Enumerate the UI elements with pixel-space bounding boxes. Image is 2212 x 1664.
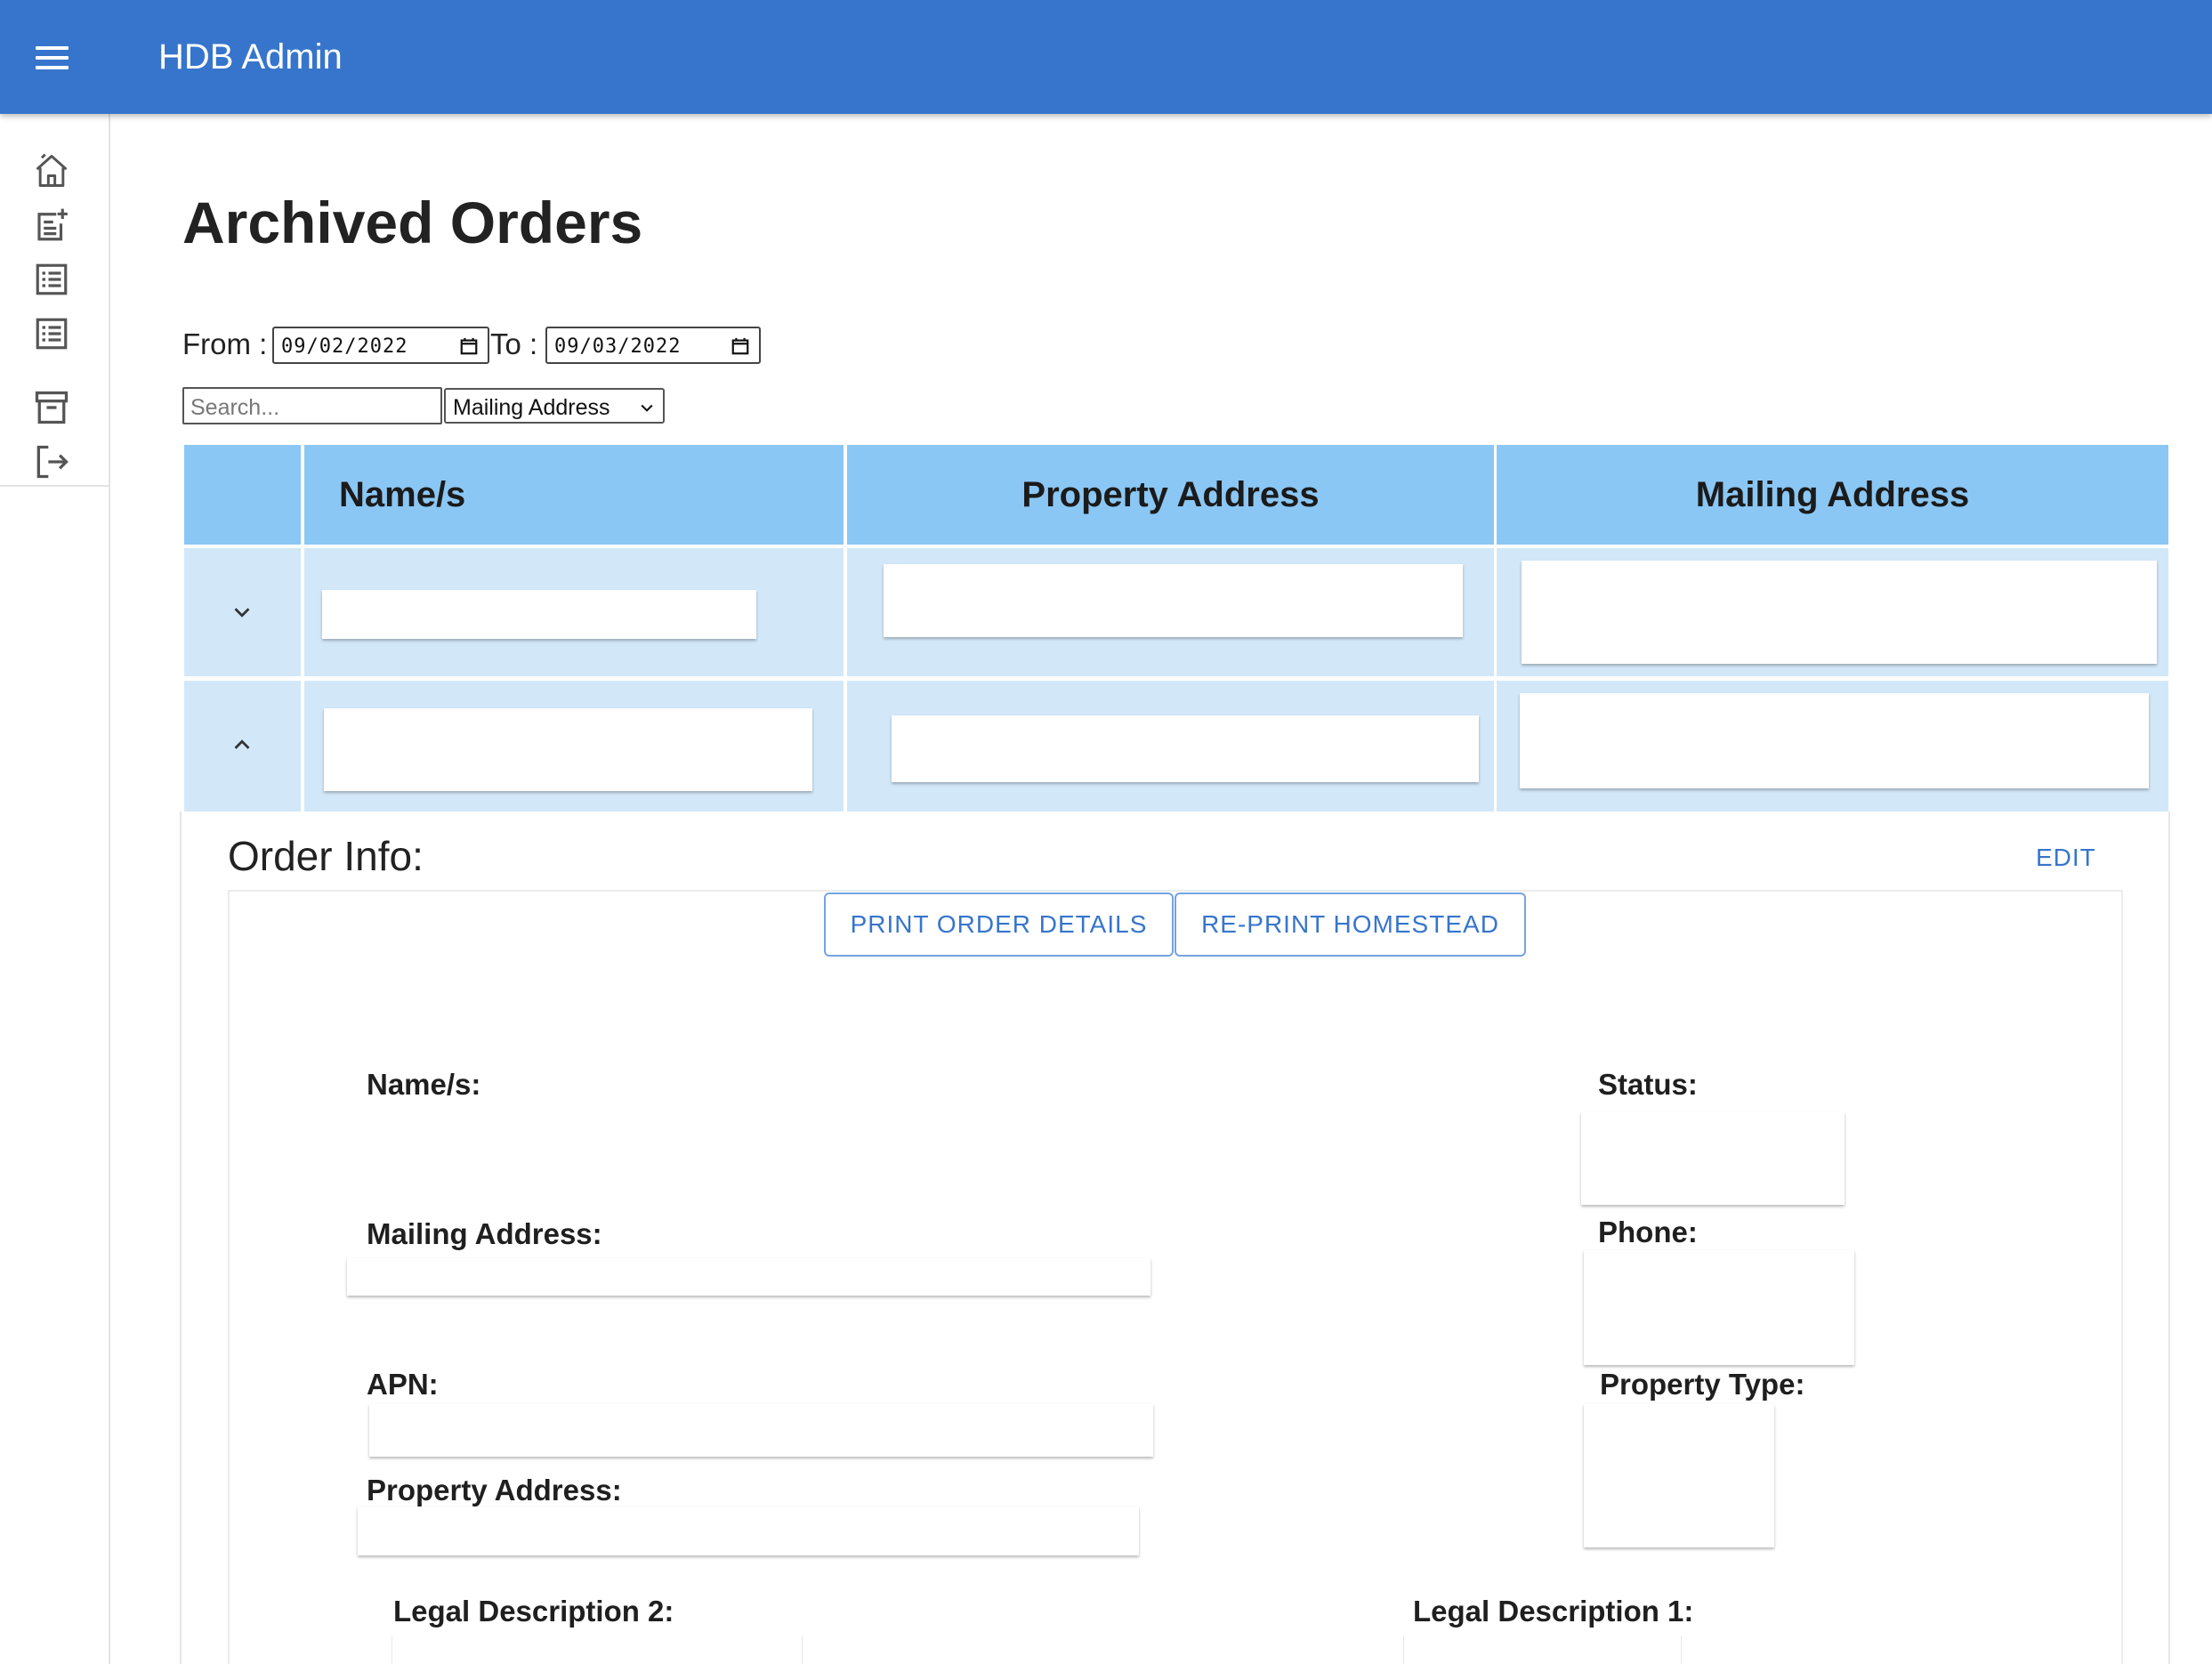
phone-value bbox=[1584, 1250, 1854, 1365]
print-order-details-button[interactable]: PRINT ORDER DETAILS bbox=[824, 893, 1174, 957]
table-header-cell-mailing[interactable]: Mailing Address bbox=[1497, 445, 2168, 545]
calendar-icon[interactable] bbox=[731, 336, 750, 356]
table-row-property-cell[interactable] bbox=[847, 681, 1494, 812]
detail-border-right bbox=[2168, 812, 2170, 1664]
mailing-address-value bbox=[347, 1258, 1150, 1296]
redacted-name bbox=[322, 590, 756, 639]
sidebar-item-logout[interactable] bbox=[27, 437, 77, 487]
sidebar-item-orders[interactable] bbox=[27, 254, 77, 304]
sidebar-item-archive[interactable] bbox=[27, 383, 77, 432]
table-row-mailing-cell[interactable] bbox=[1497, 681, 2168, 812]
names-label: Name/s: bbox=[367, 1068, 481, 1101]
archive-icon bbox=[35, 391, 69, 424]
table-row-property-cell[interactable] bbox=[847, 548, 1494, 676]
property-type-value bbox=[1584, 1404, 1774, 1547]
table-header-cell-expand bbox=[184, 445, 301, 545]
apn-label: APN: bbox=[367, 1368, 439, 1401]
legal-description-2-value bbox=[392, 1636, 803, 1664]
phone-label: Phone: bbox=[1598, 1216, 1698, 1248]
sidebar-item-new-order[interactable] bbox=[27, 200, 77, 250]
order-list-icon bbox=[36, 263, 68, 295]
table-header-cell-property[interactable]: Property Address bbox=[847, 445, 1494, 545]
to-date-value: 09/03/2022 bbox=[554, 335, 682, 358]
table-header-cell-names[interactable]: Name/s bbox=[304, 445, 844, 545]
list-icon bbox=[36, 318, 68, 350]
table-header-names: Name/s bbox=[339, 475, 466, 514]
redacted-mailing-address bbox=[1522, 561, 2157, 664]
expand-row-button[interactable] bbox=[224, 594, 260, 630]
redacted-mailing-address bbox=[1520, 693, 2149, 788]
table-row-name-cell[interactable] bbox=[304, 681, 844, 812]
status-label: Status: bbox=[1598, 1068, 1698, 1101]
search-field-value: Mailing Address bbox=[453, 395, 610, 420]
table-header-property-address: Property Address bbox=[1021, 475, 1320, 514]
calendar-icon[interactable] bbox=[459, 336, 479, 356]
to-date-input[interactable]: 09/03/2022 bbox=[545, 327, 761, 364]
home-icon bbox=[36, 153, 68, 187]
page-title: Archived Orders bbox=[182, 190, 643, 255]
legal-description-1-value bbox=[1403, 1636, 1682, 1664]
legal-description-2-label: Legal Description 2: bbox=[393, 1595, 674, 1628]
to-label: To : bbox=[490, 327, 538, 360]
property-address-label: Property Address: bbox=[367, 1474, 622, 1506]
menu-icon[interactable] bbox=[27, 36, 78, 80]
redacted-property-address bbox=[892, 715, 1479, 782]
legal-description-1-label: Legal Description 1: bbox=[1413, 1595, 1694, 1628]
status-value bbox=[1581, 1112, 1845, 1205]
table-row-mailing-cell[interactable] bbox=[1497, 548, 2168, 676]
from-date-input[interactable]: 09/02/2022 bbox=[272, 327, 489, 364]
collapse-row-button[interactable] bbox=[224, 727, 260, 763]
chevron-down-icon bbox=[234, 608, 250, 618]
logout-icon bbox=[36, 445, 69, 479]
table-row-name-cell[interactable] bbox=[304, 548, 844, 676]
detail-border-left bbox=[180, 812, 182, 1664]
property-address-value bbox=[358, 1506, 1139, 1555]
sidebar-item-home[interactable] bbox=[27, 146, 77, 196]
table-row-expand-cell bbox=[184, 548, 301, 676]
reprint-homestead-button[interactable]: RE-PRINT HOMESTEAD bbox=[1175, 893, 1526, 957]
edit-button[interactable]: EDIT bbox=[2036, 844, 2096, 872]
table-header-mailing-address: Mailing Address bbox=[1695, 475, 1970, 514]
from-date-value: 09/02/2022 bbox=[281, 335, 408, 358]
redacted-name bbox=[324, 708, 812, 791]
table-row-expand-cell bbox=[184, 681, 301, 812]
app-title: HDB Admin bbox=[158, 37, 343, 77]
orders-table: Name/s Property Address Mailing Address bbox=[184, 445, 2168, 812]
new-order-icon bbox=[37, 208, 68, 241]
search-input[interactable]: Search... bbox=[182, 387, 442, 424]
chevron-up-icon bbox=[234, 739, 250, 749]
property-type-label: Property Type: bbox=[1600, 1368, 1805, 1401]
chevron-down-icon bbox=[641, 404, 653, 412]
order-info-title: Order Info: bbox=[228, 833, 424, 879]
redacted-property-address bbox=[884, 564, 1463, 637]
mailing-address-label: Mailing Address: bbox=[367, 1217, 602, 1250]
from-label: From : bbox=[182, 327, 268, 360]
sidebar-item-list[interactable] bbox=[27, 309, 77, 359]
apn-value bbox=[369, 1404, 1153, 1457]
search-field-select[interactable]: Mailing Address bbox=[444, 388, 665, 424]
sidebar bbox=[0, 114, 110, 1664]
app-bar: HDB Admin bbox=[0, 0, 2212, 114]
